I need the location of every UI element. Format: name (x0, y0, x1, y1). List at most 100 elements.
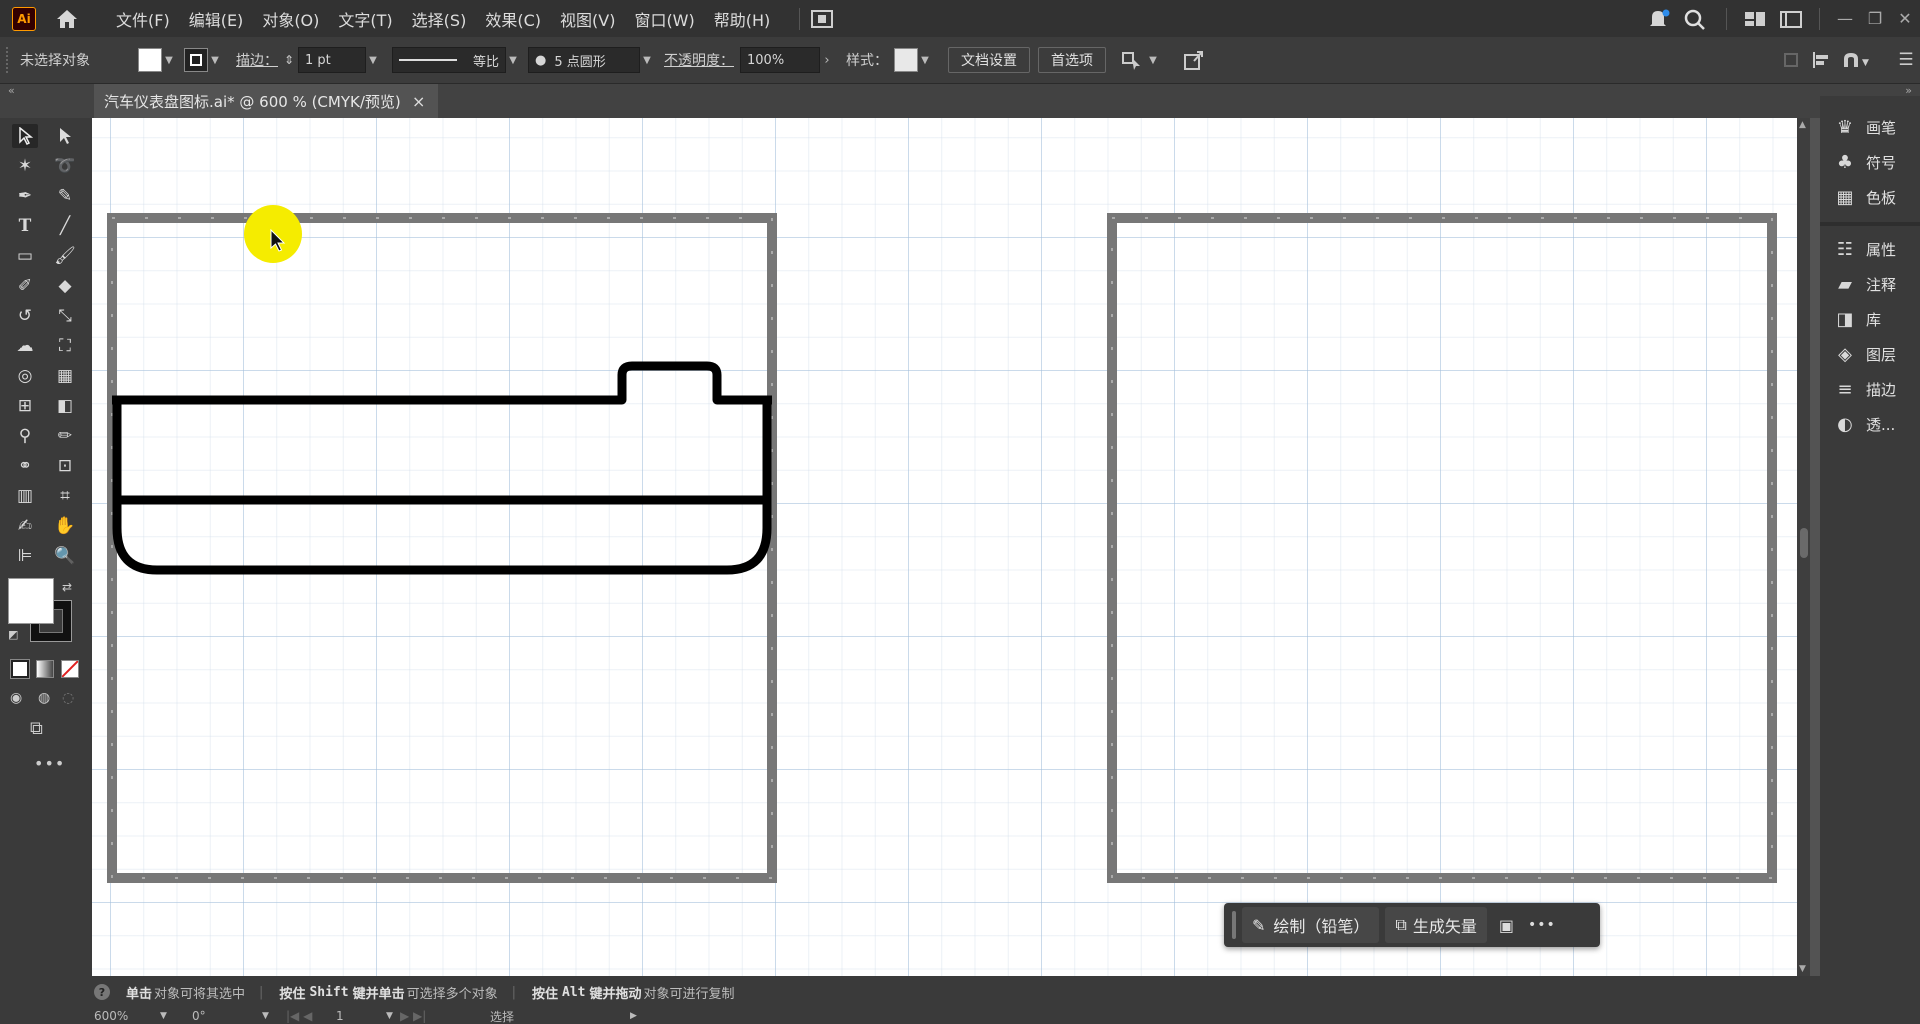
chevron-down-icon[interactable]: ▼ (208, 55, 222, 66)
chevron-down-icon[interactable]: ▼ (918, 55, 932, 66)
artboard-nav-last-icon[interactable]: ▶ ▶| (400, 1009, 460, 1023)
workspace-switch-icon[interactable] (810, 8, 834, 30)
type-icon[interactable]: T (12, 214, 38, 238)
artboard-number[interactable]: 1 (336, 1009, 386, 1023)
align-icon[interactable] (1808, 49, 1838, 71)
draw-normal-icon[interactable]: ◉ (10, 690, 22, 706)
transform-icon[interactable] (1776, 49, 1808, 71)
curvature-icon[interactable]: ✎ (52, 184, 78, 208)
scroll-down-icon[interactable]: ▼ (1799, 964, 1806, 974)
panel-layers[interactable]: ◈ 图层 (1834, 339, 1920, 369)
fill-swatch[interactable] (138, 48, 162, 72)
search-icon[interactable] (1676, 8, 1716, 30)
zoom-icon[interactable]: 🔍 (52, 544, 78, 568)
panel-symbols[interactable]: ♣ 符号 (1834, 147, 1920, 177)
gradient-icon[interactable]: ◧ (52, 394, 78, 418)
menu-effect[interactable]: 效果(C) (485, 7, 541, 31)
canvas[interactable] (92, 118, 1797, 976)
selection-icon[interactable] (12, 124, 38, 148)
fill-color-front[interactable] (8, 578, 54, 624)
swap-colors-icon[interactable]: ⇄ (62, 580, 72, 594)
preferences-button[interactable]: 首选项 (1038, 47, 1106, 73)
tab-document[interactable]: 汽车仪表盘图标.ai* @ 600 % (CMYK/预览) × (94, 84, 438, 118)
gradient-mode-icon[interactable] (36, 660, 54, 678)
paintbrush-icon[interactable]: 🖌 (52, 244, 78, 268)
task-bar-grip[interactable] (1232, 911, 1236, 939)
eyedropper-icon[interactable]: ⚲ (12, 424, 38, 448)
artboard-nav-first-icon[interactable]: |◀ ◀ (286, 1009, 336, 1023)
more-options-icon[interactable]: ••• (1528, 917, 1556, 933)
export-icon[interactable] (1182, 49, 1206, 71)
arrange-documents-icon[interactable] (1737, 8, 1773, 30)
hand-icon[interactable]: ✋ (52, 514, 78, 538)
free-transform-icon[interactable]: ⛶ (52, 334, 78, 358)
menu-view[interactable]: 视图(V) (560, 7, 615, 31)
none-mode-icon[interactable] (61, 660, 79, 678)
document-setup-button[interactable]: 文档设置 (948, 47, 1030, 73)
chevron-down-icon[interactable]: ▼ (506, 55, 520, 66)
minimize-icon[interactable]: — (1830, 9, 1860, 28)
menu-select[interactable]: 选择(S) (412, 7, 467, 31)
image-icon[interactable]: ▣ (1499, 916, 1514, 935)
select-similar-icon[interactable] (1120, 49, 1146, 71)
screen-mode-icon[interactable]: ⧉ (30, 718, 43, 739)
home-icon[interactable] (54, 8, 80, 30)
shaper-icon[interactable]: ✐ (12, 274, 38, 298)
chevron-down-icon[interactable]: ▼ (262, 1011, 276, 1021)
draw-inside-icon[interactable]: ◌ (62, 690, 74, 706)
panel-menu-icon[interactable]: ☰ (1892, 50, 1920, 70)
rectangle-icon[interactable]: ▭ (12, 244, 38, 268)
panel-libraries[interactable]: ◨ 库 (1834, 304, 1920, 334)
close-tab-icon[interactable]: × (412, 92, 425, 111)
vertical-scroll-thumb[interactable] (1800, 528, 1808, 558)
draw-behind-icon[interactable]: ◍ (38, 690, 50, 706)
chevron-right-icon[interactable]: ▶ (630, 1011, 650, 1021)
stepper-icon[interactable]: ⇕ (284, 53, 298, 67)
menu-type[interactable]: 文字(T) (338, 7, 392, 31)
artboard-icon[interactable]: ⌗ (52, 484, 78, 508)
menu-edit[interactable]: 编辑(E) (189, 7, 244, 31)
magnet-icon[interactable]: ▼ (1838, 49, 1872, 71)
style-swatch[interactable] (894, 48, 918, 72)
stroke-profile-dropdown[interactable]: 等比 (392, 47, 506, 73)
lasso-icon[interactable]: ➰ (52, 154, 78, 178)
blend-icon[interactable]: ⚭ (12, 454, 38, 478)
stroke-label[interactable]: 描边： (236, 50, 278, 70)
chevron-down-icon[interactable]: ▼ (386, 1011, 400, 1021)
panel-properties[interactable]: ☷ 属性 (1834, 234, 1920, 264)
rotate-icon[interactable]: ↺ (12, 304, 38, 328)
color-mode-icon[interactable] (10, 659, 30, 679)
more-tools-icon[interactable]: ••• (34, 754, 65, 773)
chevron-down-icon[interactable]: ▼ (640, 55, 654, 66)
help-icon[interactable]: ? (94, 984, 110, 1000)
rotation-angle[interactable]: 0° (192, 1009, 262, 1023)
scroll-up-icon[interactable]: ▲ (1799, 120, 1806, 130)
mesh-icon[interactable]: ⊞ (12, 394, 38, 418)
menu-object[interactable]: 对象(O) (262, 7, 319, 31)
default-colors-icon[interactable]: ◩ (8, 628, 18, 641)
menu-window[interactable]: 窗口(W) (634, 7, 694, 31)
warp-icon[interactable]: ☁ (12, 334, 38, 358)
chevron-down-icon[interactable]: ▼ (1146, 55, 1160, 66)
close-icon[interactable]: ✕ (1890, 9, 1920, 28)
brush-dropdown[interactable]: ● 5 点圆形 (528, 47, 640, 73)
collapse-left-icon[interactable]: « (8, 84, 15, 97)
pencil-icon[interactable]: ✍ (12, 514, 38, 538)
stroke-swatch[interactable] (184, 48, 208, 72)
restore-icon[interactable]: ❐ (1860, 9, 1890, 28)
eraser-icon[interactable]: ◆ (52, 274, 78, 298)
zoom-level[interactable]: 600% (94, 1009, 160, 1023)
notification-icon[interactable] (1642, 8, 1676, 30)
opacity-input[interactable]: 100% (740, 47, 820, 73)
chevron-down-icon[interactable]: ▼ (160, 1011, 174, 1021)
pen-icon[interactable]: ✒ (12, 184, 38, 208)
workspace-icon[interactable] (1773, 8, 1809, 30)
grip-handle[interactable] (6, 47, 12, 73)
graph-icon[interactable]: ▥ (12, 484, 38, 508)
measure-icon[interactable]: ✏ (52, 424, 78, 448)
panel-comments[interactable]: ▰ 注释 (1834, 269, 1920, 299)
menu-help[interactable]: 帮助(H) (714, 7, 771, 31)
magic-wand-icon[interactable]: ✶ (12, 154, 38, 178)
opacity-label[interactable]: 不透明度： (664, 50, 734, 70)
draw-pencil-button[interactable]: ✎ 绘制（铅笔） (1242, 907, 1380, 943)
